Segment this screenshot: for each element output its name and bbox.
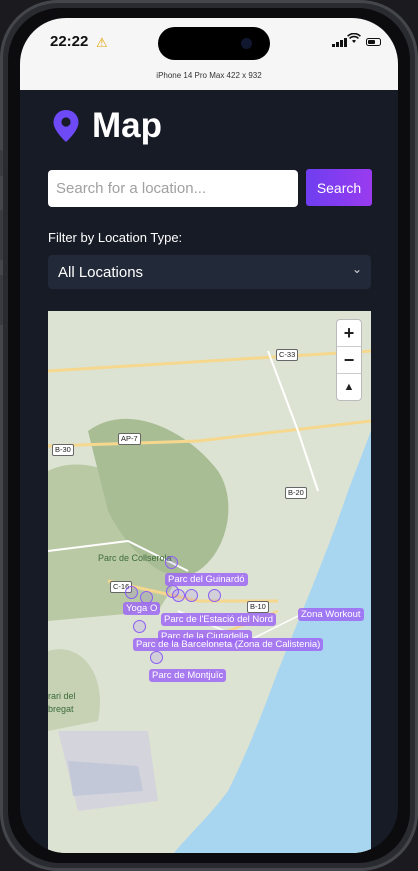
- phone-frame: 22:22 ⚠ iPhone 14 Pro Max 422 x 932 Map: [0, 0, 418, 871]
- mute-switch: [0, 150, 3, 176]
- volume-up-button: [0, 210, 3, 260]
- search-input[interactable]: [48, 170, 298, 207]
- location-label[interactable]: Parc de Montjuïc: [149, 669, 227, 682]
- page-header: Map: [52, 108, 162, 143]
- location-type-select[interactable]: All Locations ⌄: [48, 255, 371, 289]
- search-button[interactable]: Search: [306, 169, 372, 206]
- map-marker[interactable]: [165, 556, 178, 569]
- reset-north-button[interactable]: ▲: [337, 374, 361, 400]
- place-label: Parc de Collserola: [98, 553, 172, 563]
- place-label: rari del: [48, 691, 76, 701]
- map-marker[interactable]: [172, 589, 185, 602]
- warning-icon: ⚠: [96, 35, 108, 50]
- filter-label: Filter by Location Type:: [48, 230, 183, 245]
- map-marker[interactable]: [133, 620, 146, 633]
- page-title: Map: [92, 106, 162, 145]
- map-marker[interactable]: [150, 651, 163, 664]
- chevron-down-icon: ⌄: [351, 262, 362, 276]
- road-shield: B-30: [52, 444, 74, 456]
- map-marker[interactable]: [125, 586, 138, 599]
- device-label: iPhone 14 Pro Max 422 x 932: [156, 71, 262, 80]
- zoom-out-button[interactable]: −: [337, 347, 361, 374]
- wifi-icon: [347, 32, 361, 47]
- battery-icon: [366, 38, 381, 46]
- map-view[interactable]: + − ▲ C-33 AP-7 B-30 B-20 C-16 B-10 Parc…: [48, 311, 371, 853]
- status-time: 22:22: [50, 33, 89, 50]
- map-marker[interactable]: [208, 589, 221, 602]
- volume-down-button: [0, 275, 3, 325]
- map-marker[interactable]: [185, 589, 198, 602]
- signal-icon: [332, 38, 347, 47]
- location-label[interactable]: Yoga O: [123, 602, 161, 615]
- location-label[interactable]: Parc del Guinardó: [165, 573, 248, 586]
- dynamic-island: [158, 27, 270, 60]
- location-pin-icon: [53, 109, 79, 142]
- location-label[interactable]: Zona Workout: [298, 608, 364, 621]
- camera-icon: [241, 38, 252, 49]
- location-type-selected: All Locations: [58, 263, 144, 281]
- status-bar: 22:22 ⚠ iPhone 14 Pro Max 422 x 932: [20, 18, 398, 90]
- road-shield: B-10: [247, 601, 269, 613]
- zoom-in-button[interactable]: +: [337, 320, 361, 347]
- road-shield: C-33: [276, 349, 299, 361]
- road-shield: AP-7: [118, 433, 141, 445]
- location-label[interactable]: Parc de la Barceloneta (Zona de Calisten…: [133, 638, 324, 651]
- zoom-controls: + − ▲: [336, 319, 362, 401]
- place-label: bregat: [48, 704, 74, 714]
- road-shield: B-20: [285, 487, 307, 499]
- location-label[interactable]: Parc de l'Estació del Nord: [161, 613, 277, 626]
- app-content: Map Search Filter by Location Type: All …: [20, 90, 398, 853]
- screen: 22:22 ⚠ iPhone 14 Pro Max 422 x 932 Map: [20, 18, 398, 853]
